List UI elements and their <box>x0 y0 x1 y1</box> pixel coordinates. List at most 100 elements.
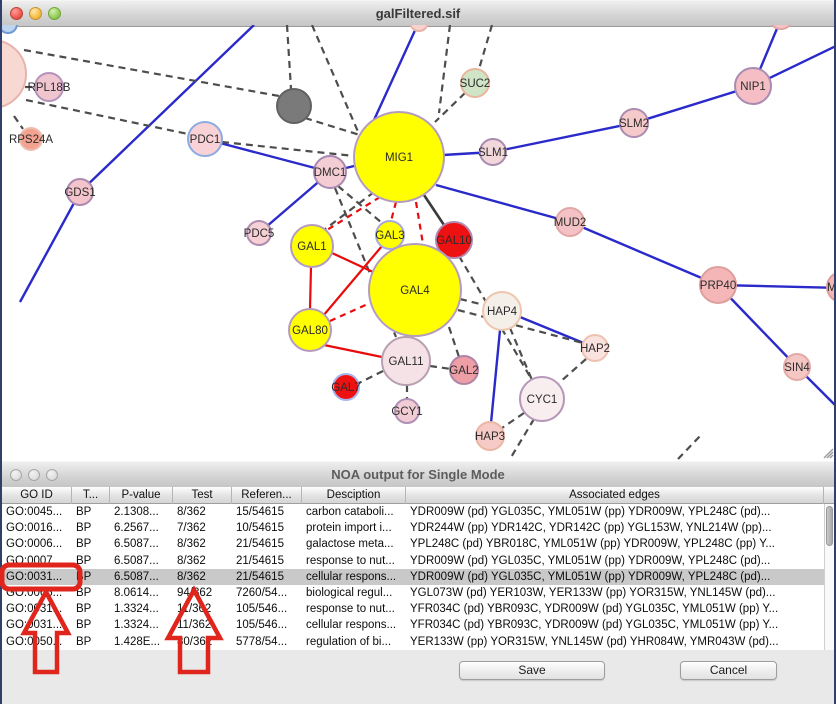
table-row[interactable]: GO:0031...BP6.5087...8/36221/54615cellul… <box>2 569 824 585</box>
scrollbar-thumb[interactable] <box>826 506 833 546</box>
network-node-rps24a[interactable]: RPS24A <box>9 128 53 150</box>
network-node-cyc1[interactable]: CYC1 <box>520 377 564 421</box>
network-node-gal7[interactable]: GAL7 <box>331 374 360 400</box>
table-cell: YDR009W (pd) YGL035C, YML051W (pp) YDR00… <box>406 553 824 569</box>
table-cell: YFR034C (pd) YBR093C, YDR009W (pd) YGL03… <box>406 617 824 633</box>
network-node-nip1[interactable]: NIP1 <box>735 68 771 104</box>
table-row[interactable]: GO:0065...BP8.0614...94/3627260/54...bio… <box>2 585 824 601</box>
table-cell: YFR034C (pd) YBR093C, YDR009W (pd) YGL03… <box>406 601 824 617</box>
network-edge <box>559 359 586 383</box>
column-header-go-id[interactable]: GO ID <box>2 487 72 504</box>
table-cell: 8/362 <box>173 504 232 520</box>
table-cell: galactose meta... <box>302 536 406 552</box>
table-cell: cellular respons... <box>302 569 406 585</box>
noa-window-titlebar[interactable]: NOA output for Single Mode <box>2 461 834 488</box>
column-header-associated-edges[interactable]: Associated edges <box>406 487 824 504</box>
table-cell: protein import i... <box>302 520 406 536</box>
network-node-pdc1[interactable]: PDC1 <box>188 122 222 156</box>
network-edge <box>26 100 188 134</box>
network-node-gal11[interactable]: GAL11 <box>382 337 430 385</box>
network-edge <box>310 267 311 309</box>
network-node-gal80[interactable]: GAL80 <box>289 309 331 351</box>
table-row[interactable]: GO:0007...BP6.5087...8/36221/54615respon… <box>2 553 824 569</box>
network-node-gal2[interactable]: GAL2 <box>449 356 478 384</box>
table-cell: response to nut... <box>302 553 406 569</box>
table-cell: BP <box>72 617 110 633</box>
node-label: MIG1 <box>385 152 413 164</box>
node-label: GAL11 <box>389 356 424 368</box>
table-row[interactable]: GO:0016...BP6.2567...7/36210/54615protei… <box>2 520 824 536</box>
table-row[interactable]: GO:0031...BP1.3324...11/362105/546...res… <box>2 601 824 617</box>
network-node-hap3[interactable]: HAP3 <box>475 422 505 450</box>
network-node-gcy1[interactable]: GCY1 <box>391 399 422 423</box>
table-body: GO:0045...BP2.1308...8/36215/54615carbon… <box>2 504 824 650</box>
table-cell: 21/54615 <box>232 536 302 552</box>
table-cell: biological regul... <box>302 585 406 601</box>
node-label: SUC2 <box>460 78 491 90</box>
network-node-msl1[interactable]: MSL1 <box>827 272 834 302</box>
table-cell: YGL073W (pd) YER103W, YER133W (pp) YOR31… <box>406 585 824 601</box>
table-cell: regulation of bi... <box>302 634 406 650</box>
cancel-button[interactable]: Cancel <box>680 661 777 680</box>
table-cell: 15/54615 <box>232 504 302 520</box>
network-node-gal3[interactable]: GAL3 <box>375 221 404 249</box>
network-edge <box>330 303 370 321</box>
network-node[interactable] <box>410 25 428 31</box>
table-cell: 5778/54... <box>232 634 302 650</box>
network-canvas[interactable]: MSL1 RPL18B RPS24A GDS1 PDC1 DMC1 SUC2 SLM1 SLM2… <box>2 25 834 461</box>
table-cell: BP <box>72 601 110 617</box>
network-edge <box>436 185 570 222</box>
network-node-rpl18b[interactable]: RPL18B <box>28 73 71 101</box>
table-row[interactable]: GO:0045...BP2.1308...8/36215/54615carbon… <box>2 504 824 520</box>
table-cell: YDR009W (pd) YGL035C, YML051W (pp) YDR00… <box>406 569 824 585</box>
network-node[interactable] <box>2 40 26 108</box>
table-cell: 105/546... <box>232 617 302 633</box>
network-node-gal1[interactable]: GAL1 <box>291 225 333 267</box>
network-window-titlebar[interactable]: galFiltered.sif <box>2 0 834 27</box>
network-node-hap2[interactable]: HAP2 <box>580 335 610 361</box>
table-cell: YER133W (pp) YOR315W, YNL145W (pd) YHR08… <box>406 634 824 650</box>
network-node-gal4[interactable]: GAL4 <box>369 244 461 336</box>
node-label: GAL4 <box>400 285 430 297</box>
table-cell: 6.2567... <box>110 520 173 536</box>
node-label: RPL18B <box>28 82 71 94</box>
table-row[interactable]: GO:0006...BP6.5087...8/36221/54615galact… <box>2 536 824 552</box>
table-cell: BP <box>72 634 110 650</box>
column-header-desciption[interactable]: Desciption <box>302 487 406 504</box>
network-node-hap4[interactable]: HAP4 <box>483 292 521 330</box>
column-header-test[interactable]: Test <box>173 487 232 504</box>
node-label: GAL3 <box>375 230 404 242</box>
network-node[interactable] <box>277 89 311 123</box>
network-node-sin4[interactable]: SIN4 <box>784 354 810 380</box>
network-node-prp40[interactable]: PRP40 <box>700 267 736 303</box>
resize-grip[interactable] <box>824 449 833 458</box>
network-node-mig1[interactable]: MIG1 <box>354 112 444 202</box>
network-node-dmc1[interactable]: DMC1 <box>314 156 347 188</box>
network-edge <box>359 371 383 383</box>
node-label: SLM2 <box>619 118 649 130</box>
table-row[interactable]: GO:0031...BP1.3324...11/362105/546...cel… <box>2 617 824 633</box>
network-node-slm2[interactable]: SLM2 <box>619 109 649 137</box>
table-cell: BP <box>72 585 110 601</box>
column-header-t-[interactable]: T... <box>72 487 110 504</box>
column-header-p-value[interactable]: P-value <box>110 487 173 504</box>
network-node[interactable] <box>769 25 793 29</box>
table-row[interactable]: GO:0050...BP1.428E...80/3625778/54...reg… <box>2 634 824 650</box>
node-label: HAP4 <box>487 306 518 318</box>
column-header-referen-[interactable]: Referen... <box>232 487 302 504</box>
node-label: RPS24A <box>9 134 53 146</box>
network-node-mud2[interactable]: MUD2 <box>554 208 587 236</box>
network-node-slm1[interactable]: SLM1 <box>478 139 508 165</box>
network-node[interactable] <box>2 25 17 33</box>
network-window: galFiltered.sif MSL1 RPL18B RPS24A GDS1 PDC1… <box>2 0 834 461</box>
node-label: DMC1 <box>314 167 347 179</box>
network-edge <box>520 317 586 344</box>
table-cell: BP <box>72 536 110 552</box>
table-cell: YDR009W (pd) YGL035C, YML051W (pp) YDR00… <box>406 504 824 520</box>
network-node-suc2[interactable]: SUC2 <box>460 69 491 97</box>
node-label: GDS1 <box>64 187 95 199</box>
table-cell: 80/362 <box>173 634 232 650</box>
save-button[interactable]: Save <box>459 661 605 680</box>
table-cell: 1.3324... <box>110 601 173 617</box>
vertical-scrollbar[interactable] <box>824 504 834 650</box>
